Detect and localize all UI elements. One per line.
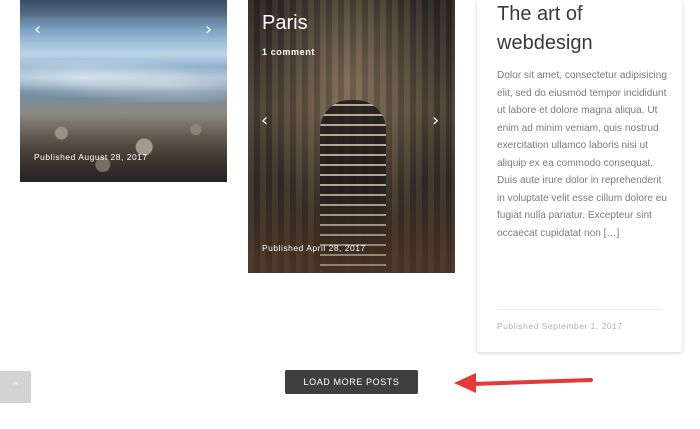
post-comments-link[interactable]: 1 comment bbox=[262, 47, 315, 57]
mountain-image-layer bbox=[20, 0, 227, 22]
rocky-shore-layer bbox=[20, 112, 227, 182]
divider bbox=[497, 309, 662, 310]
post-title[interactable]: The art of webdesign bbox=[497, 0, 667, 58]
museum-floor-layer bbox=[248, 183, 455, 273]
lake-reflection-layer bbox=[20, 60, 227, 102]
post-card-landscape[interactable]: ‹ › Published August 28, 2017 bbox=[20, 0, 227, 182]
post-published-date: Published August 28, 2017 bbox=[34, 152, 148, 162]
post-card-webdesign[interactable]: The art of webdesign Dolor sit amet, con… bbox=[477, 0, 682, 352]
post-excerpt: Dolor sit amet, consectetur adipisicing … bbox=[497, 70, 668, 239]
annotation-arrow-icon bbox=[454, 373, 593, 393]
post-title[interactable]: Paris bbox=[262, 12, 308, 35]
post-published-date: Published April 28, 2017 bbox=[262, 243, 366, 253]
prev-slide-icon[interactable]: ‹ bbox=[261, 112, 268, 130]
load-more-posts-button[interactable]: LOAD MORE POSTS bbox=[285, 370, 418, 394]
prev-slide-icon[interactable]: ‹ bbox=[34, 21, 41, 39]
chevron-up-icon: ⌃ bbox=[10, 381, 21, 393]
post-card-paris[interactable]: Paris 1 comment ‹ › Published April 28, … bbox=[248, 0, 455, 273]
next-slide-icon[interactable]: › bbox=[205, 21, 212, 39]
post-published-date: Published September 1, 2017 bbox=[497, 321, 623, 331]
scroll-to-top-button[interactable]: ⌃ bbox=[0, 371, 31, 403]
next-slide-icon[interactable]: › bbox=[432, 112, 439, 130]
